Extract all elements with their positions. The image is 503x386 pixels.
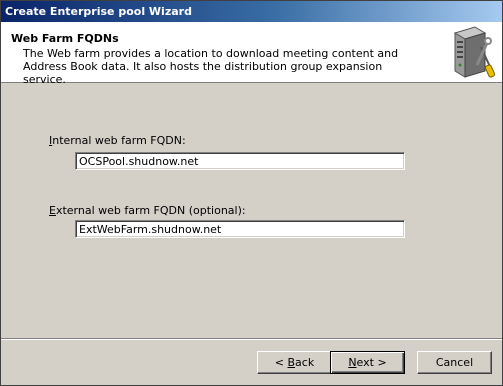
- page-description: The Web farm provides a location to down…: [23, 47, 399, 86]
- page-title: Web Farm FQDNs: [11, 32, 119, 45]
- wizard-header: Web Farm FQDNs The Web farm provides a l…: [1, 22, 502, 86]
- external-fqdn-label: External web farm FQDN (optional):: [49, 204, 246, 217]
- title-bar[interactable]: Create Enterprise pool Wizard: [1, 1, 502, 22]
- wizard-window: Create Enterprise pool Wizard Web Farm F…: [0, 0, 503, 386]
- next-button[interactable]: Next >: [330, 351, 405, 374]
- footer-divider-highlight: [1, 339, 502, 340]
- cancel-button[interactable]: Cancel: [417, 351, 492, 374]
- internal-fqdn-input[interactable]: [75, 152, 405, 170]
- server-with-tools-icon: [453, 26, 496, 78]
- internal-fqdn-label: Internal web farm FQDN:: [49, 134, 186, 147]
- back-button[interactable]: < Back: [257, 351, 332, 374]
- window-title: Create Enterprise pool Wizard: [5, 5, 192, 18]
- external-fqdn-input[interactable]: [75, 220, 405, 238]
